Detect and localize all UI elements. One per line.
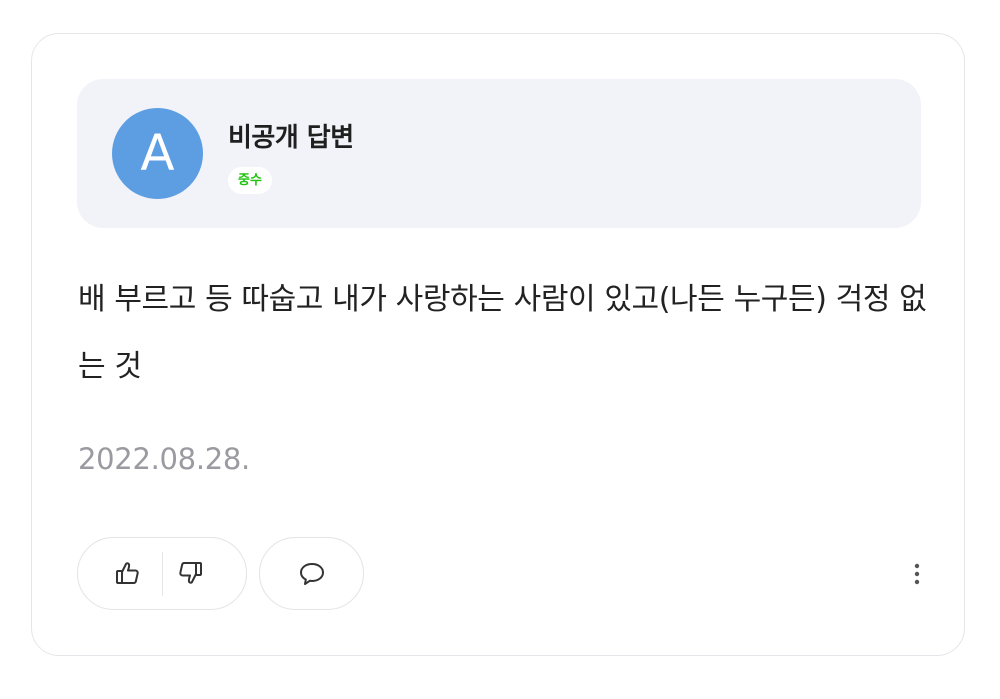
grade-badge: 중수 bbox=[228, 167, 272, 194]
answer-card: A 비공개 답변 중수 배 부르고 등 따숩고 내가 사랑하는 사람이 있고(나… bbox=[31, 33, 965, 656]
answer-text: 배 부르고 등 따숩고 내가 사랑하는 사람이 있고(나든 누구든) 걱정 없는… bbox=[78, 282, 927, 384]
more-options-button[interactable] bbox=[902, 559, 932, 589]
speech-bubble-icon bbox=[297, 559, 327, 589]
dislike-button[interactable] bbox=[148, 538, 232, 608]
thumbs-down-icon bbox=[176, 559, 204, 587]
vote-group bbox=[77, 537, 247, 610]
author-profile: A 비공개 답변 중수 bbox=[77, 79, 921, 228]
thumbs-up-icon bbox=[114, 559, 142, 587]
answer-date: 2022.08.28. bbox=[78, 442, 250, 476]
comment-button[interactable] bbox=[259, 537, 364, 610]
author-name: 비공개 답변 bbox=[228, 123, 354, 153]
vertical-ellipsis-icon bbox=[914, 563, 920, 585]
avatar: A bbox=[112, 108, 203, 199]
